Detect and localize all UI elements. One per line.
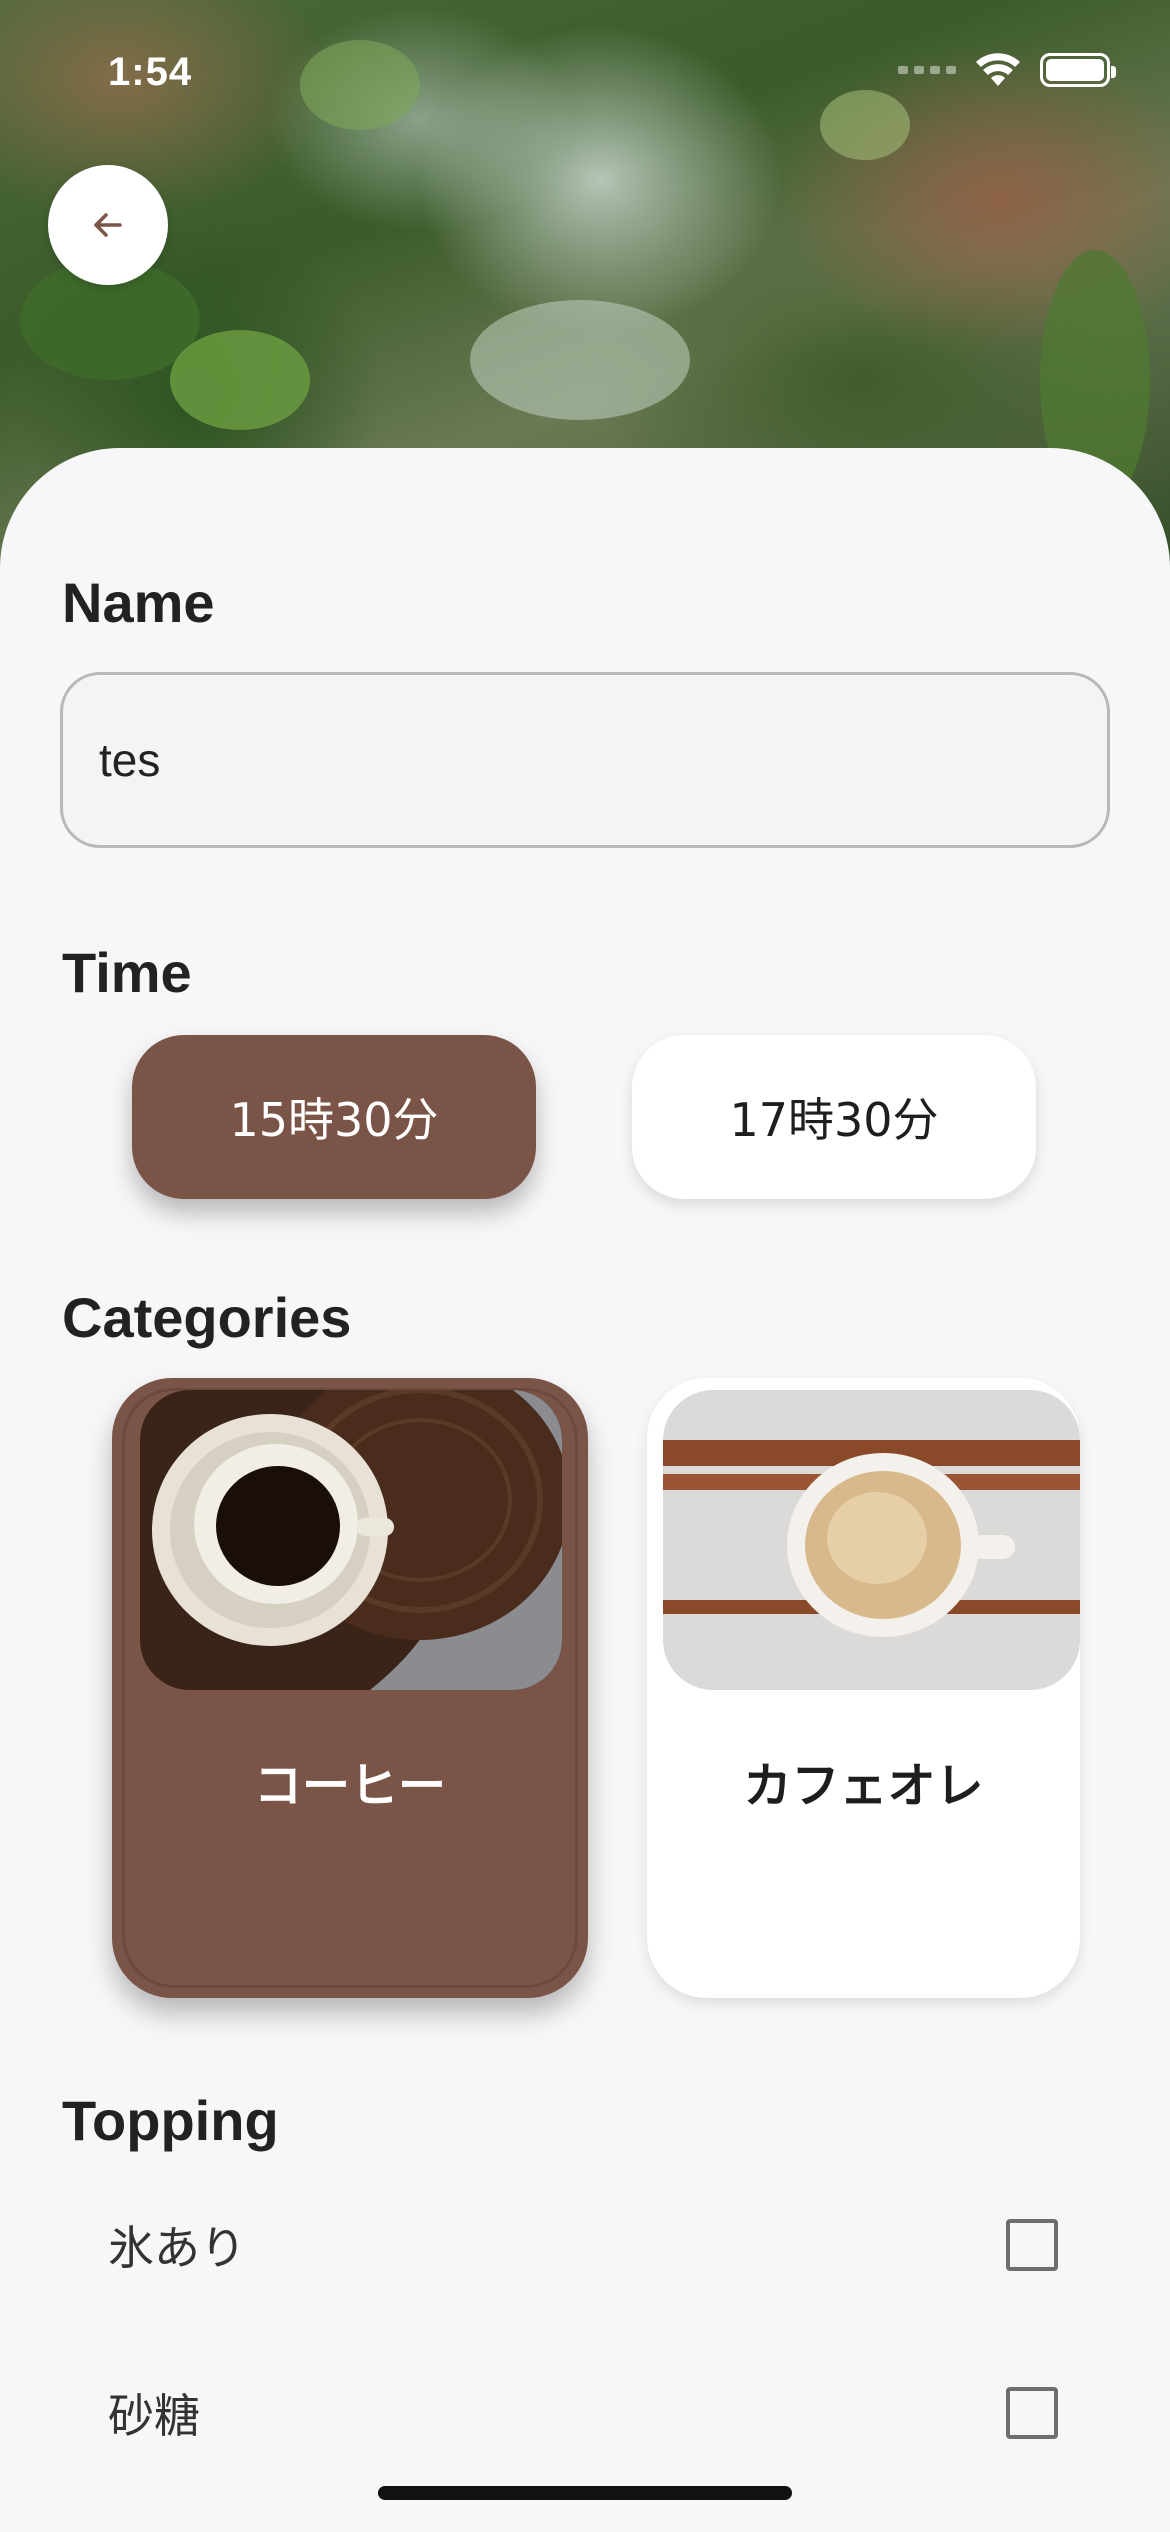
back-button[interactable] <box>48 165 168 285</box>
sugar-checkbox[interactable] <box>1006 2387 1058 2439</box>
home-indicator[interactable] <box>378 2486 792 2500</box>
name-input[interactable]: tes <box>60 672 1110 848</box>
status-bar-time: 1:54 <box>108 50 193 94</box>
category-label: カフェオレ <box>743 1758 984 1814</box>
category-card-cafe-au-lait[interactable]: カフェオレ <box>647 1378 1080 1998</box>
cafe-au-lait-image <box>663 1390 1080 1690</box>
name-section-title: Name <box>62 571 215 634</box>
topping-section-title: Topping <box>62 2089 279 2152</box>
time-option-1530[interactable]: 15時30分 <box>132 1035 536 1199</box>
arrow-left-icon <box>94 213 122 237</box>
categories-section-title: Categories <box>62 1286 352 1349</box>
name-input-value: tes <box>99 734 161 786</box>
time-option-label: 15時30分 <box>229 1093 439 1147</box>
category-card-coffee[interactable]: コーヒー <box>112 1378 588 1998</box>
topping-row-sugar[interactable]: 砂糖 <box>108 2380 1058 2446</box>
battery-icon <box>1040 53 1116 87</box>
time-option-label: 17時30分 <box>729 1093 939 1147</box>
category-label: コーヒー <box>253 1758 446 1814</box>
topping-label: 氷あり <box>108 2221 246 2275</box>
topping-row-ice[interactable]: 氷あり <box>108 2212 1058 2278</box>
time-option-1730[interactable]: 17時30分 <box>632 1035 1036 1199</box>
cellular-signal-icon <box>898 66 956 74</box>
coffee-image <box>140 1390 562 1690</box>
ice-checkbox[interactable] <box>1006 2219 1058 2271</box>
topping-label: 砂糖 <box>108 2389 200 2443</box>
time-section-title: Time <box>62 941 192 1004</box>
status-bar-indicators <box>898 52 1116 88</box>
wifi-icon <box>976 53 1020 86</box>
